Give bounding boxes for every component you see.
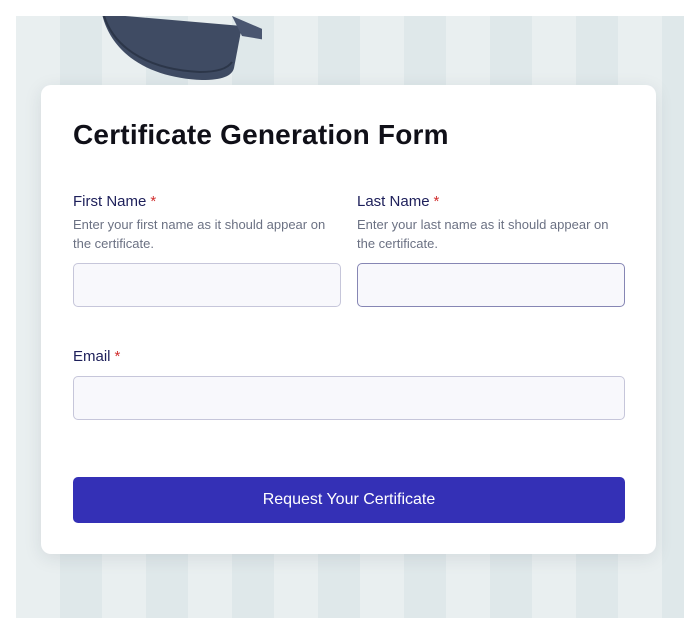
- request-certificate-button[interactable]: Request Your Certificate: [73, 477, 625, 523]
- email-label: Email *: [73, 348, 121, 365]
- required-mark: *: [114, 348, 121, 365]
- first-name-label: First Name *: [73, 193, 157, 210]
- first-name-field: First Name * Enter your first name as it …: [73, 193, 341, 253]
- email-field: Email *: [73, 348, 625, 368]
- required-mark: *: [433, 193, 440, 210]
- last-name-field: Last Name * Enter your last name as it sh…: [357, 193, 625, 253]
- last-name-label: Last Name *: [357, 193, 440, 210]
- email-input[interactable]: [73, 376, 625, 420]
- form-title: Certificate Generation Form: [73, 119, 449, 150]
- last-name-input[interactable]: [357, 263, 625, 307]
- last-name-help: Enter your last name as it should appear…: [357, 217, 609, 251]
- certificate-form-card: Certificate Generation Form First Name * …: [41, 85, 656, 554]
- first-name-help: Enter your first name as it should appea…: [73, 217, 326, 251]
- first-name-input[interactable]: [73, 263, 341, 307]
- required-mark: *: [150, 193, 157, 210]
